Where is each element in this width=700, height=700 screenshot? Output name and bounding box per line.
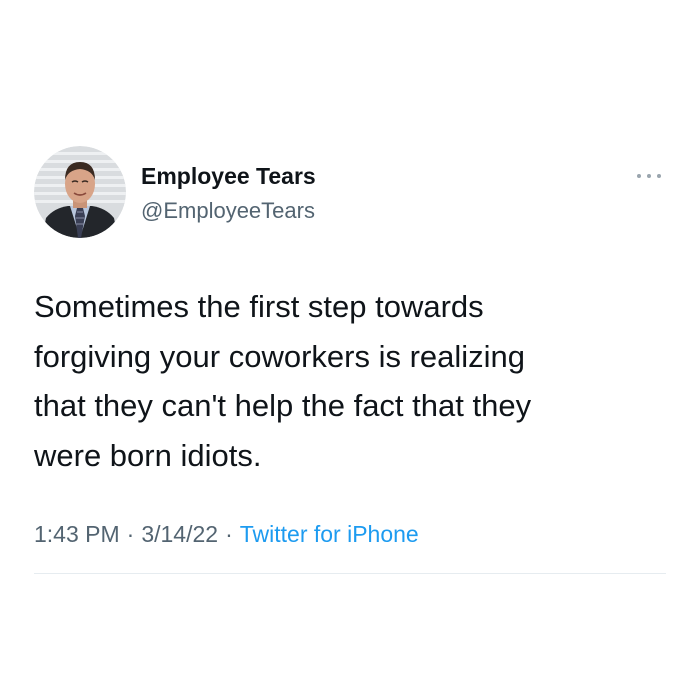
more-horizontal-icon[interactable]: [634, 166, 664, 186]
author-avatar[interactable]: [34, 146, 126, 238]
tweet-source-link[interactable]: Twitter for iPhone: [240, 521, 419, 547]
more-dot: [637, 174, 641, 178]
tweet-meta: 1:43 PM · 3/14/22 · Twitter for iPhone: [34, 519, 419, 549]
more-dot: [657, 174, 661, 178]
tweet-card: Employee Tears @EmployeeTears Sometimes …: [0, 0, 700, 700]
divider: [34, 573, 666, 574]
more-dot: [647, 174, 651, 178]
tweet-text: Sometimes the first step towards forgivi…: [34, 289, 532, 473]
avatar-photo-icon: [34, 146, 126, 238]
tweet-time[interactable]: 1:43 PM: [34, 521, 120, 547]
meta-separator: ·: [225, 521, 233, 547]
tweet-date[interactable]: 3/14/22: [141, 521, 218, 547]
author-display-name[interactable]: Employee Tears: [141, 162, 316, 190]
author-handle[interactable]: @EmployeeTears: [141, 197, 315, 225]
meta-separator: ·: [126, 521, 135, 547]
